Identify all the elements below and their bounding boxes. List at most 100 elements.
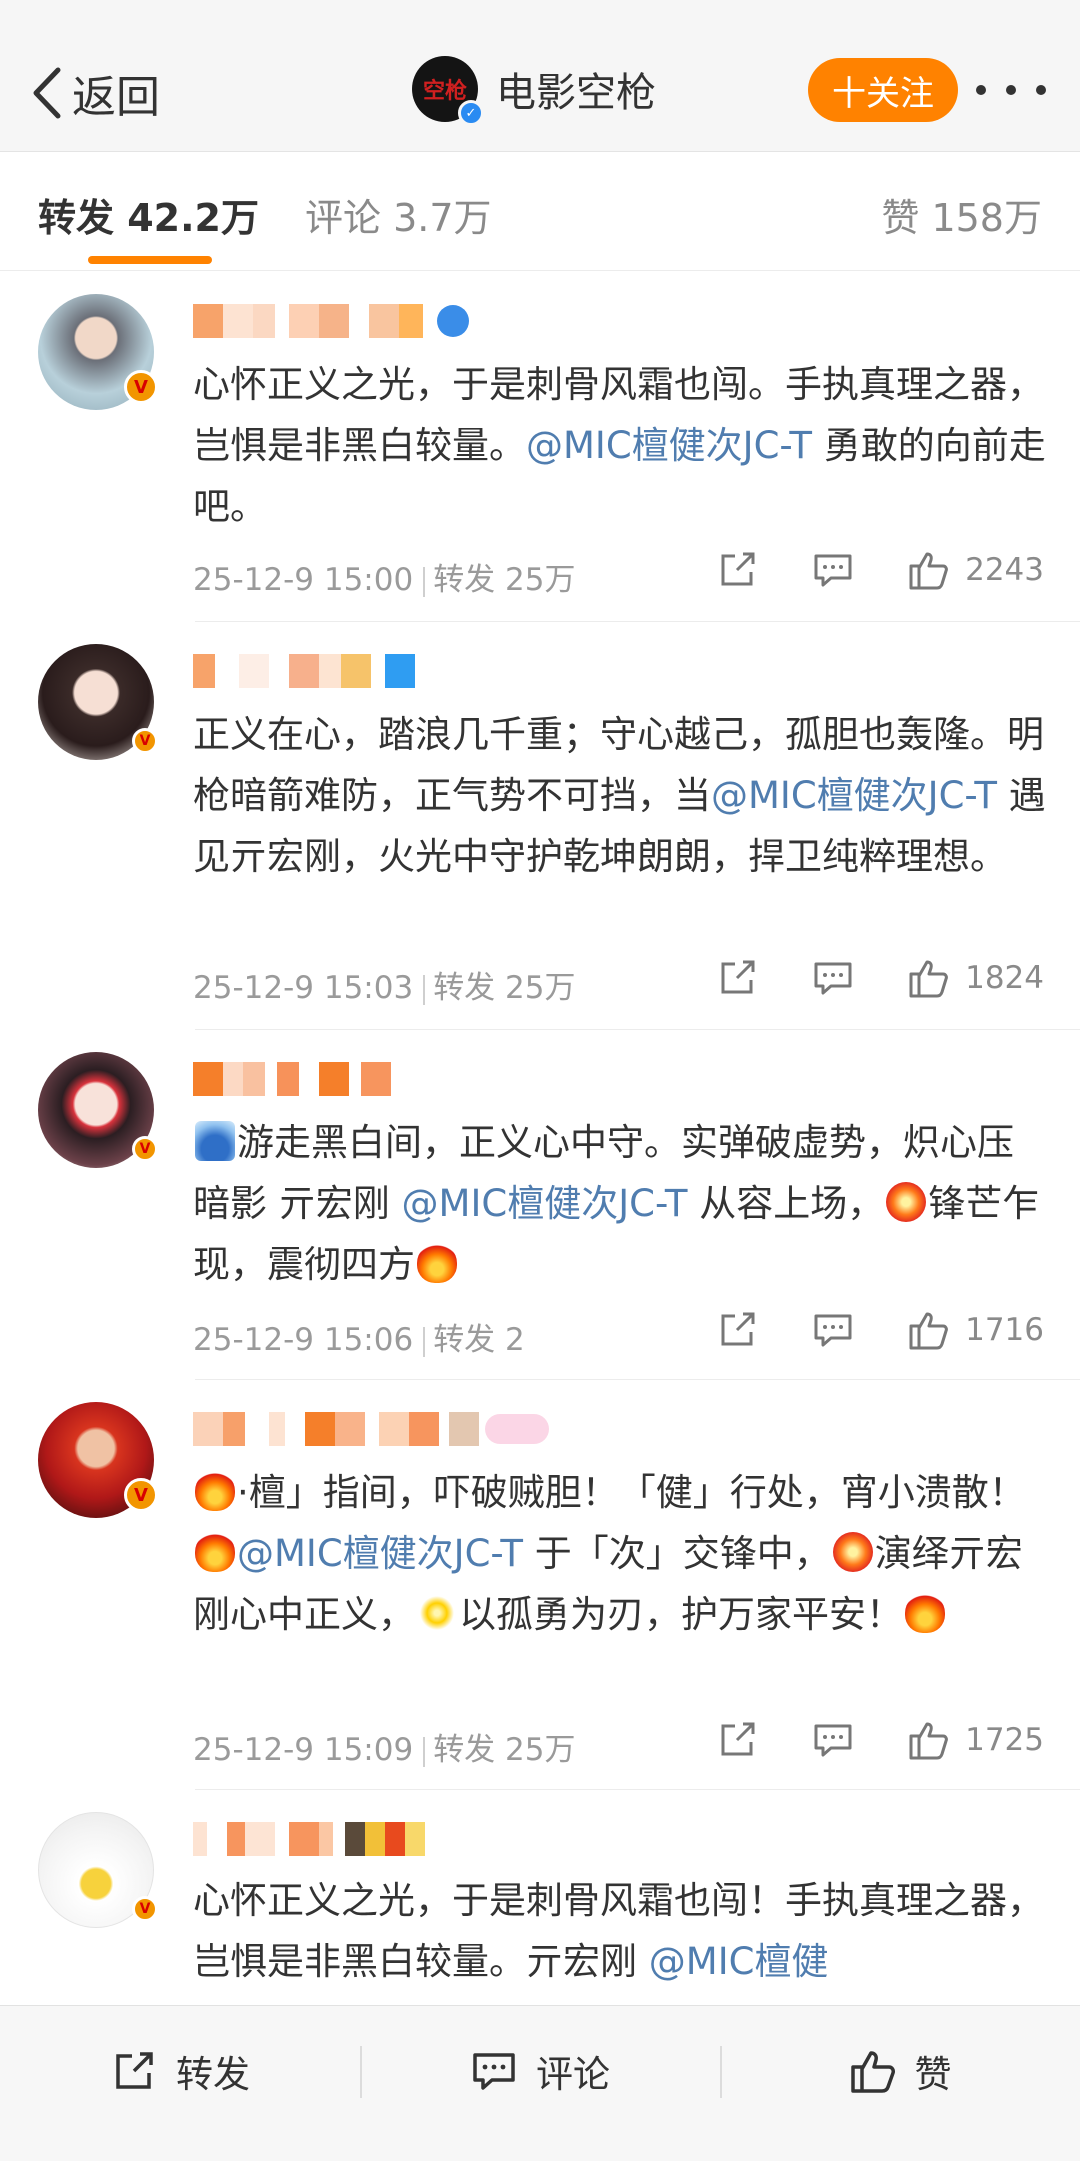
like-count: 1716 — [965, 1312, 1044, 1348]
comment-icon — [473, 2053, 515, 2090]
verified-blue-icon: ✓ — [458, 100, 484, 126]
comment-icon[interactable] — [811, 1718, 855, 1762]
mention-link[interactable]: @MIC檀健 — [649, 1940, 829, 1983]
tab-repost[interactable]: 转发 42.2万 — [38, 187, 259, 242]
verified-orange-icon: V — [124, 1478, 158, 1512]
fan-level-badge-icon — [485, 1414, 549, 1444]
like-count: 1824 — [965, 960, 1044, 996]
verified-orange-icon: V — [124, 370, 158, 404]
action-row: 1716 — [715, 1308, 1044, 1352]
bottom-action-bar: 转发 评论 赞 — [0, 2005, 1080, 2161]
user-name-mosaic[interactable] — [193, 1060, 391, 1098]
share-icon[interactable] — [715, 548, 759, 592]
mention-link[interactable]: @MIC檀健次JC-T — [711, 774, 997, 817]
mention-link[interactable]: @MIC檀健次JC-T — [237, 1532, 523, 1575]
user-name-mosaic[interactable] — [193, 652, 415, 690]
back-label: 返回 — [72, 72, 160, 123]
repost-count: 转发 25万 — [433, 970, 576, 1006]
top-nav-bar: 返回 空枪 ✓ 电影空枪 十关注 — [0, 0, 1080, 152]
repost-text-part: 以孤勇为刃，护万家平安！ — [459, 1593, 903, 1636]
like-icon[interactable] — [907, 548, 951, 592]
timestamp: 25-12-9 15:03 — [193, 970, 414, 1006]
mention-link[interactable]: @MIC檀健次JC-T — [402, 1182, 688, 1225]
share-icon[interactable] — [715, 956, 759, 1000]
comment-icon[interactable] — [811, 1308, 855, 1352]
timestamp: 25-12-9 15:00 — [193, 562, 414, 598]
list-item[interactable]: V 正义在心，踏浪几千重；守心越己，孤胆也轰隆。明枪暗箭难防，正气势不可挡，当@… — [0, 622, 1080, 1030]
like-count: 1725 — [965, 1722, 1044, 1758]
list-item[interactable]: V 心怀正义之光，于是刺骨风霜也闯。手执真理之器，岂惧是非黑白较量。@MIC檀健… — [0, 272, 1080, 622]
back-button[interactable]: 返回 — [30, 58, 160, 128]
like-count: 2243 — [965, 552, 1044, 588]
like-button[interactable]: 赞 — [720, 2006, 1080, 2136]
account-name[interactable]: 电影空枪 — [496, 60, 656, 118]
share-icon[interactable] — [715, 1718, 759, 1762]
like-icon[interactable] — [907, 1308, 951, 1352]
repost-text: 心怀正义之光，于是刺骨风霜也闯！手执真理之器，岂惧是非黑白较量。亓宏刚 @MIC… — [193, 1870, 1049, 1992]
repost-count: 转发 2 — [433, 1322, 525, 1358]
comment-icon[interactable] — [811, 956, 855, 1000]
tab-comment[interactable]: 评论 3.7万 — [305, 187, 492, 242]
account-avatar-text: 空枪 — [422, 78, 467, 104]
repost-meta: 25-12-9 15:06 转发 2 — [193, 1314, 525, 1359]
avatar[interactable]: V — [38, 1402, 158, 1518]
avatar[interactable]: V — [38, 294, 158, 410]
repost-text-part: 于「次」交锋中， — [522, 1532, 831, 1575]
member-badge-icon — [437, 305, 469, 337]
account-avatar[interactable]: 空枪 ✓ — [412, 56, 484, 126]
fire-emoji-icon — [195, 1471, 235, 1511]
repost-button[interactable]: 转发 — [0, 2006, 360, 2136]
list-item[interactable]: V ·檀」指间，吓破贼胆！「健」行处，宵小溃散！ @MIC檀健次JC-T 于「次」… — [0, 1380, 1080, 1790]
user-name-mosaic[interactable] — [193, 1820, 425, 1858]
chevron-left-icon — [33, 67, 61, 119]
detail-tabs: 转发 42.2万 评论 3.7万 赞 158万 — [0, 153, 1080, 271]
like-icon[interactable] — [907, 1718, 951, 1762]
fire-emoji-icon — [417, 1243, 457, 1283]
repost-button-label: 转发 — [176, 2053, 250, 2096]
list-item[interactable]: V 心怀正义之光，于是刺骨风霜也闯！手执真理之器，岂惧是非黑白较量。亓宏刚 @M… — [0, 1790, 1080, 2005]
list-item[interactable]: V 游走黑白间，正义心中守。实弹破虚势，炽心压暗影 亓宏刚 @MIC檀健次JC-… — [0, 1030, 1080, 1380]
repost-text-part: 从容上场， — [687, 1182, 885, 1225]
comment-button[interactable]: 评论 — [360, 2006, 720, 2136]
repost-text: 游走黑白间，正义心中守。实弹破虚势，炽心压暗影 亓宏刚 @MIC檀健次JC-T … — [193, 1112, 1049, 1295]
user-name-mosaic[interactable] — [193, 302, 469, 340]
timestamp: 25-12-9 15:09 — [193, 1732, 414, 1768]
more-dot-icon — [1036, 85, 1046, 95]
active-tab-indicator — [88, 256, 212, 264]
more-dot-icon — [1006, 85, 1016, 95]
avatar[interactable]: V — [38, 1812, 158, 1928]
avatar[interactable]: V — [38, 1052, 158, 1168]
like-icon[interactable] — [907, 956, 951, 1000]
repost-text: 心怀正义之光，于是刺骨风霜也闯。手执真理之器，岂惧是非黑白较量。@MIC檀健次J… — [193, 354, 1049, 537]
timestamp: 25-12-9 15:06 — [193, 1322, 414, 1358]
wave-emoji-icon — [195, 1121, 235, 1161]
verified-orange-icon: V — [132, 728, 158, 754]
action-row: 1725 — [715, 1718, 1044, 1762]
action-row: 1824 — [715, 956, 1044, 1000]
sparkles-emoji-icon — [417, 1593, 457, 1633]
repost-meta: 25-12-9 15:03 转发 25万 — [193, 962, 576, 1007]
verified-orange-icon: V — [132, 1896, 158, 1922]
user-name-mosaic[interactable] — [193, 1410, 549, 1448]
comment-button-label: 评论 — [536, 2053, 610, 2096]
mention-link[interactable]: @MIC檀健次JC-T — [526, 424, 812, 467]
repost-meta: 25-12-9 15:09 转发 25万 — [193, 1724, 576, 1769]
repost-text-part: 心怀正义之光，于是刺骨风霜也闯！手执真理之器，岂惧是非黑白较量。亓宏刚 — [193, 1879, 1044, 1983]
comment-icon[interactable] — [811, 548, 855, 592]
avatar[interactable]: V — [38, 644, 158, 760]
repost-count: 转发 25万 — [433, 1732, 576, 1768]
follow-button[interactable]: 十关注 — [808, 58, 958, 122]
verified-orange-icon: V — [132, 1136, 158, 1162]
fire-emoji-icon — [195, 1532, 235, 1572]
like-button-label: 赞 — [914, 2053, 952, 2096]
share-icon[interactable] — [715, 1308, 759, 1352]
fire-emoji-icon — [905, 1593, 945, 1633]
share-icon — [116, 2052, 153, 2089]
repost-count: 转发 25万 — [433, 562, 576, 598]
account-header[interactable]: 空枪 ✓ 电影空枪 — [412, 56, 656, 126]
action-row: 2243 — [715, 548, 1044, 592]
tab-like[interactable]: 赞 158万 — [881, 187, 1042, 242]
explosion-emoji-icon — [886, 1182, 927, 1222]
repost-meta: 25-12-9 15:00 转发 25万 — [193, 554, 576, 599]
more-options-button[interactable] — [976, 70, 1046, 110]
